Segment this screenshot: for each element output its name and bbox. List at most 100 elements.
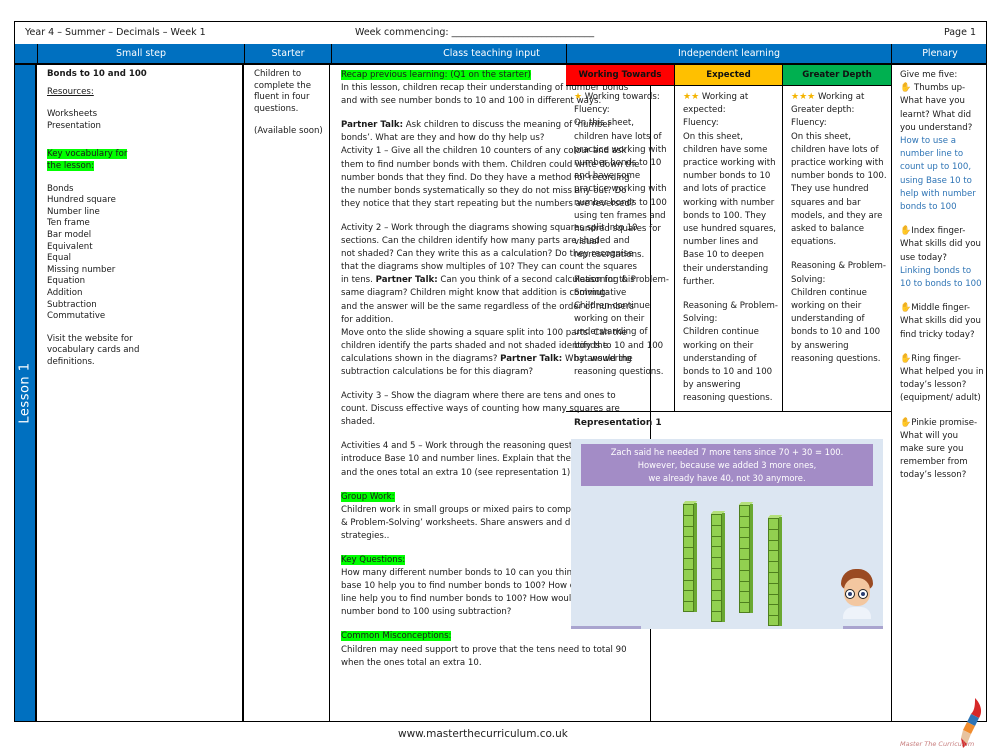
partner-talk-label: Partner Talk: (341, 120, 404, 131)
resource-item: Worksheets (47, 109, 98, 120)
plenary-item-pinkie-promise: ✋Pinkie promise- What will you make sure… (900, 417, 984, 483)
vocab-item: Equal (47, 253, 71, 264)
unit-cube (768, 539, 779, 551)
star-icon: ★★★ (791, 92, 816, 102)
rps-text: Children continue working on their under… (791, 287, 881, 364)
unit-cube (739, 526, 750, 538)
fluency-label: Fluency: (791, 118, 827, 129)
fluency-text: On this sheet, children have some practi… (683, 131, 777, 287)
fluency-label: Fluency: (574, 105, 610, 116)
lesson-plan-sheet: Year 4 – Summer – Decimals – Week 1 Week… (14, 21, 987, 722)
column-header-row: Small step Starter Class teaching input … (15, 44, 986, 65)
plenary-item-ring-finger: ✋Ring finger- What helped you in today’s… (900, 353, 984, 406)
plenary-intro: Give me five: (900, 70, 958, 80)
unit-cube (739, 537, 750, 549)
hand-icon: ✋ (900, 303, 912, 314)
recap-label: Recap previous learning: (Q1 on the star… (341, 70, 531, 80)
key-vocabulary-label-cont: the lesson: (47, 160, 95, 171)
vocab-item: Bonds (47, 183, 74, 194)
vocab-item: Addition (47, 287, 83, 298)
plenary-item-middle-finger: ✋Middle finger- What skills did you find… (900, 302, 984, 342)
slide-nav-bar (843, 626, 883, 629)
unit-cube (711, 578, 722, 590)
unit-cube (768, 561, 779, 572)
lesson-label-strip: Lesson 1 (15, 65, 37, 721)
group-work-label: Group Work: (341, 491, 395, 502)
fluency-text: On this sheet, children have lots of pra… (791, 131, 887, 248)
star-icon: ★ (574, 92, 583, 102)
plenary-item-thumbs-up: ✋ Thumbs up- What have you learnt? What … (900, 82, 984, 214)
unit-cube (739, 591, 750, 603)
unit-cube (768, 528, 779, 540)
unit-cube (683, 514, 694, 526)
vocab-item: Number line (47, 206, 100, 217)
unit-cube (739, 602, 750, 613)
plenary-question: What helped you in today’s lesson? (equi… (900, 367, 984, 404)
plenary-item-label: Ring finger- (911, 353, 961, 364)
unit-cube (711, 546, 722, 558)
plenary-item-label: Middle finger- (911, 303, 971, 314)
misconceptions-label: Common Misconceptions: (341, 631, 452, 642)
unit-cube (768, 550, 779, 562)
unit-cube (739, 580, 750, 592)
vocab-item: Equation (47, 276, 86, 287)
unit-cube (683, 504, 694, 515)
resources-label: Resources: (47, 86, 94, 97)
unit-cube (711, 600, 722, 612)
hand-icon: ✋ (900, 353, 912, 364)
unit-cube (683, 601, 694, 612)
base-ten-rod (682, 501, 698, 612)
rps-text: Children continue working on their under… (683, 327, 773, 404)
vocab-item: Missing number (47, 264, 116, 275)
hand-icon: ✋ (900, 226, 912, 237)
key-vocabulary-label: Key vocabulary for (47, 149, 128, 160)
lesson-label: Lesson 1 (17, 362, 33, 424)
fluency-text: On this sheet, children have lots of pra… (574, 118, 667, 261)
unit-cube (711, 611, 722, 622)
unit-cube (768, 582, 779, 594)
plenary-question: What skills did you use today? (900, 239, 981, 263)
rps-text: Children continue working on their under… (574, 301, 664, 378)
key-questions-label: Key Questions: (341, 555, 406, 565)
unit-cube (768, 604, 779, 616)
unit-cube (711, 535, 722, 547)
footer-website-link[interactable]: www.masterthecurriculum.co.uk (398, 728, 568, 740)
unit-cube (683, 590, 694, 602)
unit-cube (739, 515, 750, 527)
top-bar: Year 4 – Summer – Decimals – Week 1 Week… (15, 22, 986, 44)
banner-line: However, because we added 3 more ones, (637, 460, 817, 470)
unit-cube (768, 615, 779, 626)
rps-label: Reasoning & Problem-Solving: (683, 301, 779, 325)
base-ten-rod (710, 511, 726, 622)
unit-cube (768, 571, 779, 583)
vocab-item: Subtraction (47, 299, 97, 310)
unit-cube (683, 525, 694, 537)
small-step-title: Bonds to 10 and 100 (47, 69, 147, 79)
page-number: Page 1 (943, 27, 976, 38)
unit-cube (683, 557, 694, 569)
week-commencing-field: Week commencing: _______________________… (355, 27, 595, 38)
level-column-working-towards: ★ Working towards: Fluency: On this shee… (566, 86, 675, 411)
level-heading: Working towards: (582, 92, 660, 102)
header-small-step: Small step (37, 44, 244, 63)
representation-title: Representation 1 (574, 418, 662, 428)
plenary-item-label: Pinkie promise- (911, 417, 978, 428)
vocab-item: Ten frame (47, 218, 90, 229)
unit-cube (739, 558, 750, 570)
fluency-label: Fluency: (683, 118, 719, 129)
plenary-answer: Linking bonds to 10 to bonds to 100 (900, 265, 982, 290)
plenary-question: What will you make sure you remember fro… (900, 430, 968, 481)
rps-label: Reasoning & Problem-Solving: (791, 261, 887, 285)
unit-cube (711, 524, 722, 536)
unit-cube (683, 568, 694, 580)
vocab-item: Hundred square (47, 195, 116, 206)
vocab-item: Equivalent (47, 241, 93, 252)
unit-cube (683, 547, 694, 558)
base-ten-rod (738, 502, 754, 613)
unit-cube (739, 548, 750, 559)
representation-speech-banner: Zach said he needed 7 more tens since 70… (581, 444, 873, 486)
plenary-question: What skills did you find tricky today? (900, 316, 981, 340)
plenary-answer: How to use a number line to count up to … (900, 136, 976, 213)
base-ten-rod (767, 515, 783, 626)
plenary-question: What have you learnt? What did you under… (900, 96, 973, 133)
